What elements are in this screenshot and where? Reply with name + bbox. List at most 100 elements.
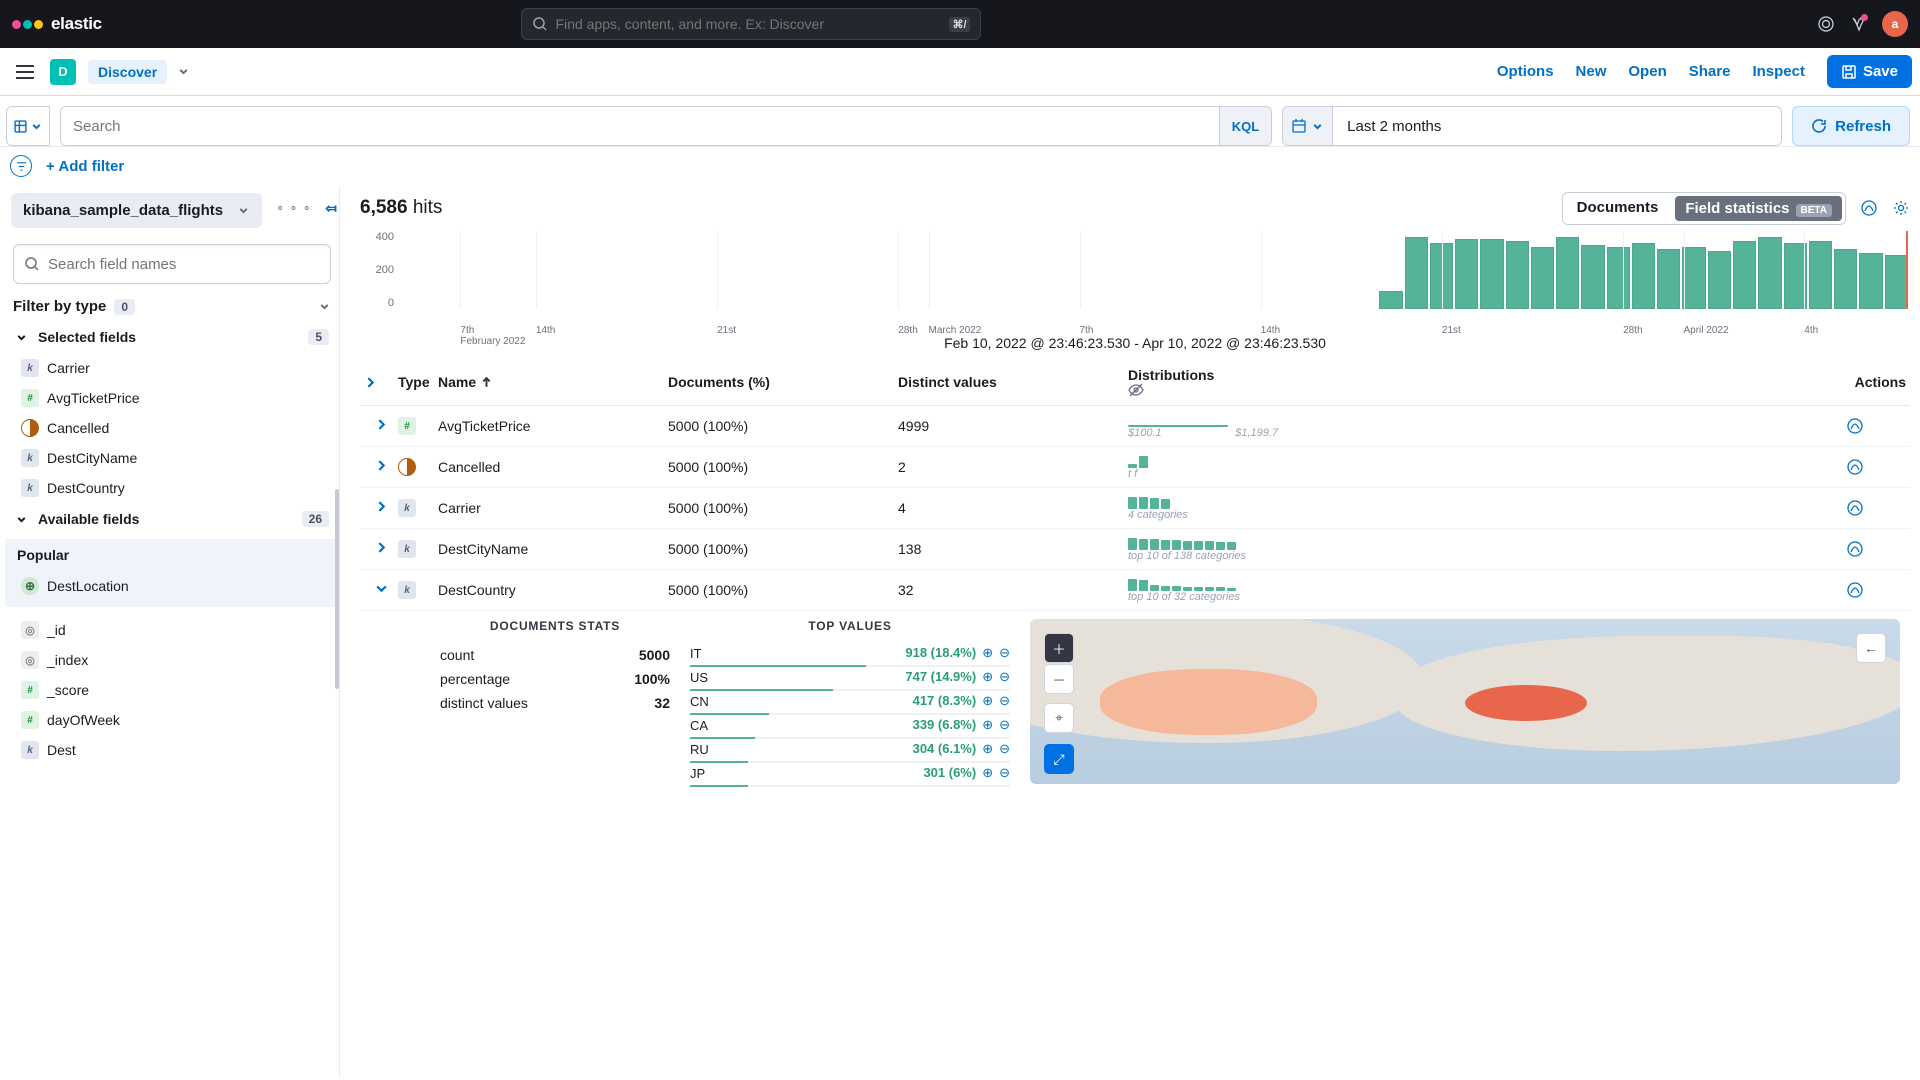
map-fit-button[interactable]: ⌖ <box>1044 703 1074 733</box>
field-item[interactable]: #_score <box>5 675 339 705</box>
open-link[interactable]: Open <box>1628 63 1666 80</box>
field-name-cell: Carrier <box>438 500 668 516</box>
dataview-picker-button[interactable] <box>6 106 50 146</box>
map-fullscreen-button[interactable]: ⤢ <box>1044 744 1074 774</box>
share-link[interactable]: Share <box>1689 63 1731 80</box>
explore-in-lens-icon[interactable] <box>1846 417 1906 435</box>
filter-by-type-toggle[interactable]: Filter by type 0 <box>13 298 331 315</box>
col-name[interactable]: Name <box>438 374 668 390</box>
inspect-link[interactable]: Inspect <box>1752 63 1805 80</box>
col-distributions[interactable]: Distributions <box>1128 367 1846 397</box>
eye-off-icon[interactable] <box>1128 383 1846 397</box>
date-histogram[interactable]: 400 200 0 7thFebruary 202214th21st28thMa… <box>360 231 1910 331</box>
field-item[interactable]: kDestCityName <box>5 443 339 473</box>
minus-filter-icon[interactable]: ⊖ <box>999 765 1010 780</box>
field-editor-icon[interactable]: ⚬⚬⚬ <box>276 202 316 215</box>
date-picker[interactable]: Last 2 months <box>1282 106 1782 146</box>
col-type[interactable]: Type <box>398 374 438 390</box>
keyboard-shortcut-hint: ⌘/ <box>949 17 969 32</box>
map-layers-button[interactable]: ← <box>1856 633 1886 663</box>
field-item[interactable]: _index <box>5 645 339 675</box>
index-pattern-picker[interactable]: kibana_sample_data_flights <box>11 193 262 228</box>
chevron-down-icon <box>318 300 331 313</box>
field-item[interactable]: _id <box>5 615 339 645</box>
global-search-input[interactable] <box>556 16 950 32</box>
breadcrumb-discover[interactable]: Discover <box>88 60 167 84</box>
plus-filter-icon[interactable]: ⊕ <box>982 765 993 780</box>
elastic-logo-icon[interactable] <box>12 20 43 29</box>
chart-options-icon[interactable] <box>1860 199 1878 217</box>
field-item[interactable]: Cancelled <box>5 413 339 443</box>
help-icon[interactable] <box>1818 16 1834 32</box>
kql-toggle[interactable]: KQL <box>1219 107 1271 145</box>
field-item[interactable]: kCarrier <box>5 353 339 383</box>
map-visualization[interactable]: ＋ － ⌖ ← ⤢ <box>1030 619 1900 784</box>
plus-filter-icon[interactable]: ⊕ <box>982 741 993 756</box>
global-search[interactable]: ⌘/ <box>521 8 981 40</box>
collapse-sidebar-icon[interactable]: ⤆ <box>325 200 337 217</box>
distribution-cell: 4 categories <box>1128 495 1846 521</box>
available-fields-header[interactable]: Available fields 26 <box>5 503 339 535</box>
minus-filter-icon[interactable]: ⊖ <box>999 693 1010 708</box>
settings-icon[interactable] <box>1892 199 1910 217</box>
minus-filter-icon[interactable]: ⊖ <box>999 741 1010 756</box>
brand-name[interactable]: elastic <box>51 14 102 34</box>
options-link[interactable]: Options <box>1497 63 1554 80</box>
field-type-icon: k <box>21 359 39 377</box>
map-zoom-out-button[interactable]: － <box>1044 664 1074 694</box>
refresh-label: Refresh <box>1835 118 1891 135</box>
top-value-row: JP301 (6%)⊕⊖ <box>690 763 1010 787</box>
save-button-label: Save <box>1863 63 1898 80</box>
expand-row-toggle[interactable] <box>364 500 398 516</box>
field-name: DestCountry <box>47 480 125 496</box>
minus-filter-icon[interactable]: ⊖ <box>999 669 1010 684</box>
field-search-input[interactable] <box>48 256 320 273</box>
plus-filter-icon[interactable]: ⊕ <box>982 693 993 708</box>
global-nav: elastic ⌘/ a <box>0 0 1920 48</box>
query-input[interactable] <box>61 107 1219 145</box>
col-documents[interactable]: Documents (%) <box>668 374 898 390</box>
explore-in-lens-icon[interactable] <box>1846 581 1906 599</box>
field-item[interactable]: #AvgTicketPrice <box>5 383 339 413</box>
plus-filter-icon[interactable]: ⊕ <box>982 645 993 660</box>
new-link[interactable]: New <box>1576 63 1607 80</box>
newsfeed-icon[interactable] <box>1850 16 1866 32</box>
filter-menu-icon[interactable] <box>10 155 32 177</box>
col-distinct[interactable]: Distinct values <box>898 374 1128 390</box>
expand-row-toggle[interactable] <box>364 541 398 557</box>
scrollbar[interactable] <box>335 489 339 689</box>
tab-documents[interactable]: Documents <box>1563 193 1673 224</box>
save-button[interactable]: Save <box>1827 55 1912 88</box>
user-avatar[interactable]: a <box>1882 11 1908 37</box>
chevron-down-icon[interactable] <box>177 65 190 78</box>
plus-filter-icon[interactable]: ⊕ <box>982 669 993 684</box>
minus-filter-icon[interactable]: ⊖ <box>999 717 1010 732</box>
selected-fields-header[interactable]: Selected fields 5 <box>5 321 339 353</box>
x-tick: March 2022 <box>929 325 982 336</box>
expand-row-toggle[interactable] <box>364 418 398 434</box>
chevron-down-icon <box>15 331 28 344</box>
explore-in-lens-icon[interactable] <box>1846 540 1906 558</box>
x-tick: 14th <box>1261 325 1280 336</box>
field-name: AvgTicketPrice <box>47 390 140 406</box>
field-item[interactable]: kDestCountry <box>5 473 339 503</box>
date-range-label[interactable]: Last 2 months <box>1333 107 1781 145</box>
expand-row-toggle[interactable] <box>364 582 398 598</box>
x-tick: 21st <box>1442 325 1461 336</box>
date-quick-menu[interactable] <box>1283 107 1333 145</box>
field-item[interactable]: kDest <box>5 735 339 765</box>
refresh-button[interactable]: Refresh <box>1792 106 1910 146</box>
explore-in-lens-icon[interactable] <box>1846 458 1906 476</box>
expand-all-toggle[interactable] <box>364 376 398 389</box>
field-item[interactable]: DestLocation <box>5 571 339 601</box>
map-zoom-in-button[interactable]: ＋ <box>1044 633 1074 663</box>
add-filter-button[interactable]: + Add filter <box>46 158 124 175</box>
explore-in-lens-icon[interactable] <box>1846 499 1906 517</box>
nav-toggle-icon[interactable] <box>10 59 40 85</box>
field-name-cell: AvgTicketPrice <box>438 418 668 434</box>
field-item[interactable]: #dayOfWeek <box>5 705 339 735</box>
minus-filter-icon[interactable]: ⊖ <box>999 645 1010 660</box>
tab-field-statistics[interactable]: Field statisticsBETA <box>1675 196 1842 221</box>
plus-filter-icon[interactable]: ⊕ <box>982 717 993 732</box>
expand-row-toggle[interactable] <box>364 459 398 475</box>
